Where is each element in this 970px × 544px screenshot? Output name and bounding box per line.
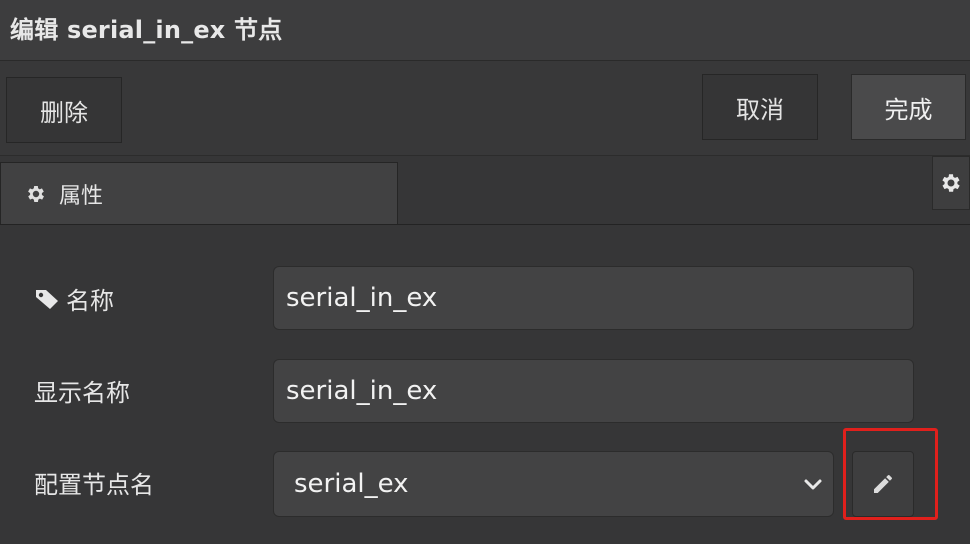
- display-name-label: 显示名称: [34, 379, 130, 407]
- config-node-label: 配置节点名: [34, 471, 154, 499]
- tab-properties[interactable]: 属性: [0, 162, 398, 224]
- tag-icon: [36, 289, 58, 309]
- dialog-title: 编辑 serial_in_ex 节点: [10, 16, 283, 44]
- dialog-toolbar: 删除 取消 完成: [0, 61, 970, 156]
- tab-properties-label: 属性: [59, 183, 104, 209]
- settings-tab[interactable]: [932, 156, 970, 210]
- gear-icon: [28, 185, 44, 202]
- config-node-select[interactable]: serial_ex: [273, 451, 834, 517]
- dialog-header: 编辑 serial_in_ex 节点: [0, 0, 970, 61]
- edit-config-node-button[interactable]: [852, 451, 914, 517]
- delete-button[interactable]: 删除: [6, 77, 122, 143]
- chevron-down-icon: [804, 479, 822, 490]
- properties-panel: 名称 显示名称 配置节点名 serial_ex: [0, 225, 970, 544]
- cancel-button[interactable]: 取消: [702, 74, 818, 140]
- name-input[interactable]: [273, 266, 914, 330]
- pencil-icon: [874, 475, 892, 493]
- tab-bar: 属性: [0, 156, 970, 225]
- done-button[interactable]: 完成: [851, 74, 966, 140]
- display-name-input[interactable]: [273, 359, 914, 423]
- name-label: 名称: [34, 281, 114, 316]
- gear-icon: [942, 174, 960, 192]
- config-node-value: serial_ex: [294, 469, 409, 499]
